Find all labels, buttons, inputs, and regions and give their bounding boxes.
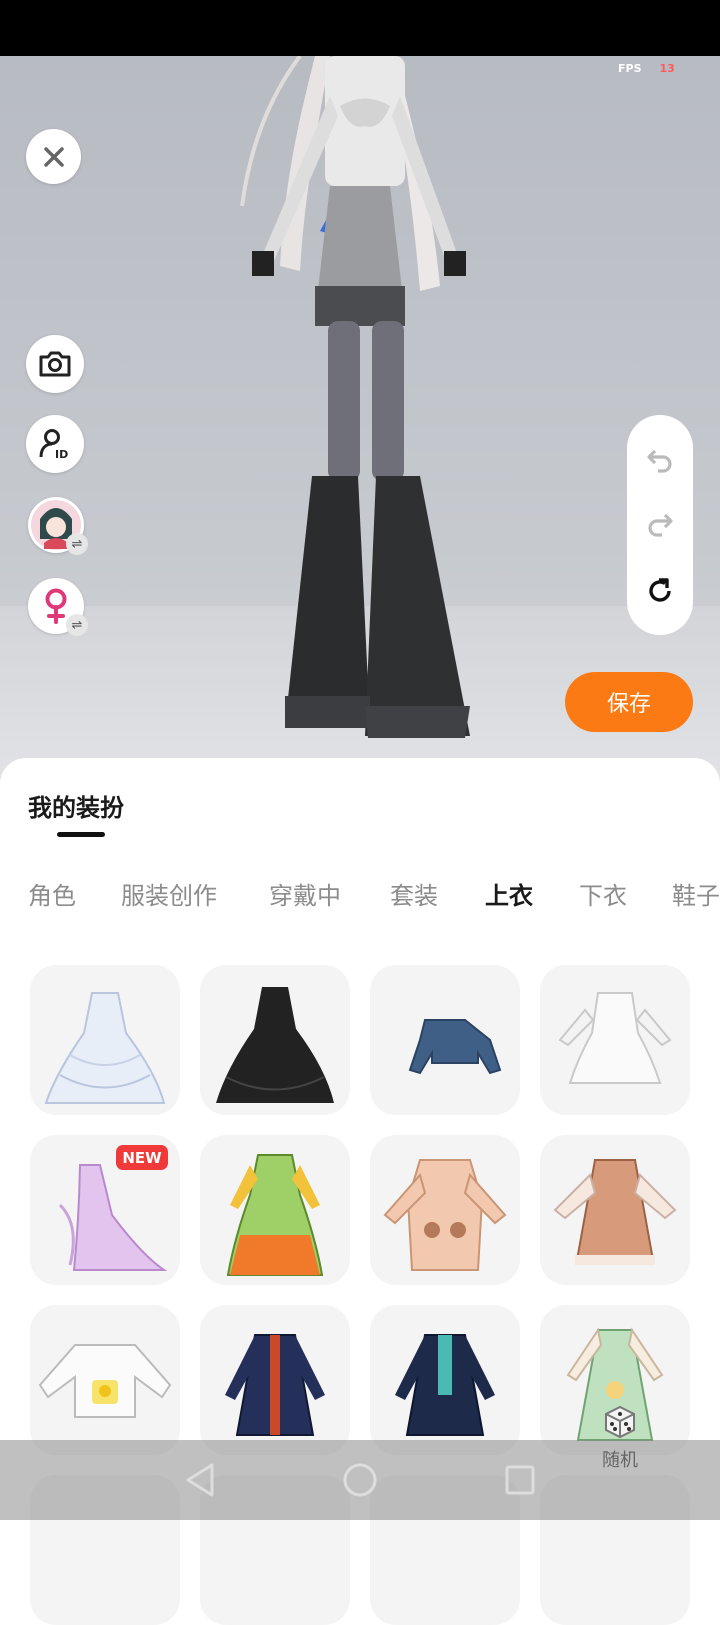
tab-tops[interactable]: 上衣 xyxy=(485,876,533,911)
navy-teal-coat-image xyxy=(395,1334,495,1436)
sheet-title: 我的装扮 xyxy=(28,794,124,822)
brown-dress-image xyxy=(553,1159,677,1265)
outfit-item-green-orange-hanfu[interactable] xyxy=(200,1135,350,1285)
tab-role[interactable]: 角色 xyxy=(28,876,76,911)
outfit-item-black-layered-gown[interactable] xyxy=(200,965,350,1115)
tab-bottoms[interactable]: 下衣 xyxy=(579,876,627,911)
fps-counter: FPS 13 xyxy=(618,62,675,75)
black-gown-image xyxy=(216,987,334,1103)
outfit-item-navy-red-coat[interactable] xyxy=(200,1305,350,1455)
back-icon xyxy=(186,1463,214,1497)
undo-button[interactable] xyxy=(640,441,680,481)
outfit-item-brown-bear-dress[interactable] xyxy=(540,1135,690,1285)
tab-shoes[interactable]: 鞋子 xyxy=(672,876,720,911)
new-badge: NEW xyxy=(116,1145,168,1170)
user-id-icon: ID xyxy=(39,429,68,461)
redo-button[interactable] xyxy=(640,505,680,545)
tab-sets[interactable]: 套装 xyxy=(390,876,438,911)
swap-icon: ⇌ xyxy=(66,533,88,555)
svg-text:ID: ID xyxy=(55,448,68,461)
navy-red-coat-image xyxy=(225,1334,325,1436)
swap-icon: ⇌ xyxy=(66,614,88,636)
outfit-item-denim-crop-jacket[interactable] xyxy=(370,965,520,1115)
reset-icon xyxy=(649,578,671,602)
reset-button[interactable] xyxy=(640,571,680,611)
outfit-item-purple-gradient-gown[interactable]: NEW xyxy=(30,1135,180,1285)
title-underline xyxy=(57,832,105,837)
camera-button[interactable] xyxy=(26,335,84,393)
home-icon xyxy=(343,1463,377,1497)
history-panel xyxy=(627,415,693,635)
recents-icon xyxy=(505,1465,535,1495)
undo-icon xyxy=(647,449,672,473)
save-button[interactable]: 保存 xyxy=(565,672,693,732)
tab-wearing[interactable]: 穿戴中 xyxy=(269,876,341,911)
white-gown-image xyxy=(44,992,166,1104)
switch-character-button[interactable]: ⇌ xyxy=(28,497,88,555)
close-button[interactable] xyxy=(26,129,81,184)
white-dress-image xyxy=(558,992,672,1084)
close-icon xyxy=(43,146,64,167)
outfit-item-white-layered-gown[interactable] xyxy=(30,965,180,1115)
duck-shirt-image xyxy=(38,1344,172,1418)
status-bar xyxy=(0,0,720,56)
outfit-item-navy-teal-coat[interactable] xyxy=(370,1305,520,1455)
system-nav-bar xyxy=(0,1440,720,1520)
camera-icon xyxy=(39,351,71,377)
nav-buttons xyxy=(186,1463,535,1497)
peach-hoodie-image xyxy=(383,1159,507,1271)
outfit-item-white-lace-dress[interactable] xyxy=(540,965,690,1115)
denim-jacket-image xyxy=(408,1019,502,1075)
profile-id-button[interactable]: ID xyxy=(26,415,84,473)
fps-label: FPS xyxy=(618,62,642,75)
dice-icon xyxy=(605,1405,635,1439)
redo-icon xyxy=(648,513,673,537)
switch-gender-button[interactable]: ⇌ xyxy=(28,578,88,636)
female-icon xyxy=(45,588,67,624)
tab-clothing-creation[interactable]: 服装创作 xyxy=(121,876,217,911)
hanfu-image xyxy=(226,1154,324,1276)
outfit-item-duck-pocket-shirt[interactable] xyxy=(30,1305,180,1455)
fps-value: 13 xyxy=(659,62,675,75)
outfit-item-peach-bear-hoodie[interactable] xyxy=(370,1135,520,1285)
